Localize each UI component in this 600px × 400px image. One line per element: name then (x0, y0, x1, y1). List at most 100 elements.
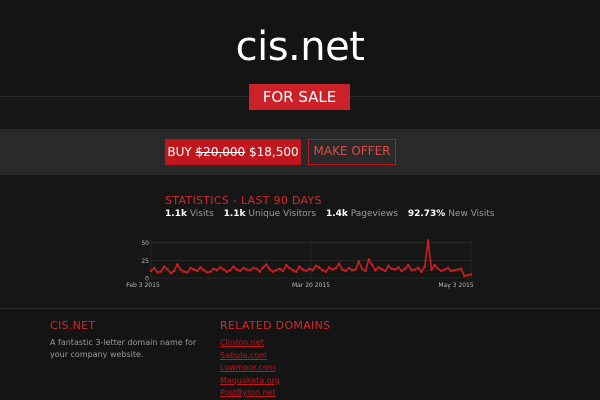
data-point (436, 267, 440, 271)
data-point (403, 267, 407, 271)
data-point (301, 268, 305, 271)
data-point (185, 271, 189, 274)
data-point (337, 262, 341, 266)
action-band: BUY $20,000 $18,500 MAKE OFFER (0, 129, 600, 175)
data-point (387, 264, 390, 268)
data-point (156, 271, 159, 274)
hero-section: cis.net (0, 0, 600, 97)
related-domain-link[interactable]: Maquoketa.org (220, 376, 280, 385)
data-point (245, 268, 248, 271)
data-point (248, 268, 252, 272)
related-domain-link[interactable]: Sabula.com (220, 351, 267, 360)
data-point (215, 268, 219, 272)
related-domain-link[interactable]: PostByron.net (220, 388, 276, 397)
stat-label: Visits (189, 209, 214, 219)
data-point (308, 267, 311, 271)
data-point (268, 268, 272, 271)
data-point (416, 266, 420, 270)
about-text: A fantastic 3-letter domain name for you… (50, 338, 197, 359)
data-point (397, 266, 400, 269)
visits-line-chart: 02550 Feb 3 2015 Mar 20 2015 May 3 2015 (126, 239, 474, 289)
data-point (179, 268, 182, 271)
list-item: Sabula.com (220, 350, 280, 363)
data-point (360, 267, 364, 271)
related-heading: RELATED DOMAINS (220, 319, 331, 332)
data-point (446, 266, 450, 270)
data-point (393, 268, 397, 271)
data-point (238, 269, 242, 273)
y-axis-labels: 02550 (141, 240, 149, 282)
data-point (374, 268, 377, 272)
data-point (334, 266, 338, 270)
data-point (169, 271, 173, 275)
data-point (357, 260, 361, 263)
data-point (222, 268, 225, 271)
data-point (453, 268, 456, 272)
buy-button[interactable]: BUY $20,000 $18,500 (165, 139, 301, 165)
data-point (271, 270, 275, 273)
data-point (199, 266, 202, 269)
list-item: PostByron.net (220, 387, 280, 400)
about-heading: CIS.NET (50, 319, 96, 332)
data-point (367, 258, 371, 261)
stat-pageviews: 1.4k Pageviews (326, 209, 398, 219)
related-domains-list: Clinton.net Sabula.com Lowmoor.com Maquo… (220, 337, 280, 400)
data-point (456, 268, 460, 271)
data-point (258, 270, 262, 273)
data-point (463, 274, 466, 278)
data-point (383, 269, 387, 273)
x-tick-label: Mar 20 2015 (292, 282, 330, 289)
footer: CIS.NET A fantastic 3-letter domain name… (0, 308, 600, 400)
data-point (261, 266, 265, 269)
data-point (195, 269, 199, 273)
data-point (380, 268, 384, 271)
data-point (235, 268, 239, 271)
data-point (430, 268, 433, 271)
y-tick-label: 25 (141, 258, 149, 265)
stats-summary: 1.1k Visits 1.1k Unique Visitors 1.4k Pa… (165, 209, 502, 219)
x-tick-label: May 3 2015 (438, 282, 473, 289)
data-point (166, 268, 169, 271)
data-point (327, 266, 331, 269)
buy-label: BUY (167, 145, 192, 159)
stat-label: Unique Visitors (248, 209, 317, 219)
related-domain-link[interactable]: Clinton.net (220, 338, 264, 347)
make-offer-button[interactable]: MAKE OFFER (308, 139, 396, 165)
data-point (400, 269, 404, 273)
data-point (159, 270, 163, 273)
related-domain-link[interactable]: Lowmoor.com (220, 363, 276, 372)
data-point (265, 263, 268, 266)
stat-value: 1.1k (165, 209, 187, 219)
data-point (420, 270, 423, 273)
chart-grid (150, 239, 472, 279)
stat-new-visits: 92.73% New Visits (408, 209, 495, 219)
stat-label: New Visits (448, 209, 495, 219)
stat-label: Pageviews (350, 209, 398, 219)
data-point (364, 269, 367, 273)
data-point (232, 265, 235, 268)
data-point (324, 270, 328, 273)
data-point (192, 268, 196, 271)
data-point (291, 268, 295, 272)
data-point (225, 270, 229, 273)
data-point (242, 266, 245, 270)
domain-title: cis.net (235, 24, 365, 70)
list-item: Maquoketa.org (220, 375, 280, 388)
data-point (321, 268, 324, 272)
stat-value: 92.73% (407, 209, 446, 219)
data-point (377, 266, 380, 269)
data-point (255, 267, 258, 271)
data-point (284, 263, 288, 267)
y-tick-label: 50 (141, 240, 149, 247)
data-point (449, 269, 453, 273)
data-point (317, 266, 321, 269)
data-point (331, 268, 334, 271)
data-point (341, 268, 344, 271)
data-point (278, 267, 281, 271)
data-point (209, 270, 212, 273)
data-point (433, 263, 437, 267)
data-point (218, 266, 222, 269)
data-point (413, 268, 417, 271)
data-point (347, 266, 351, 270)
data-point (294, 270, 298, 273)
